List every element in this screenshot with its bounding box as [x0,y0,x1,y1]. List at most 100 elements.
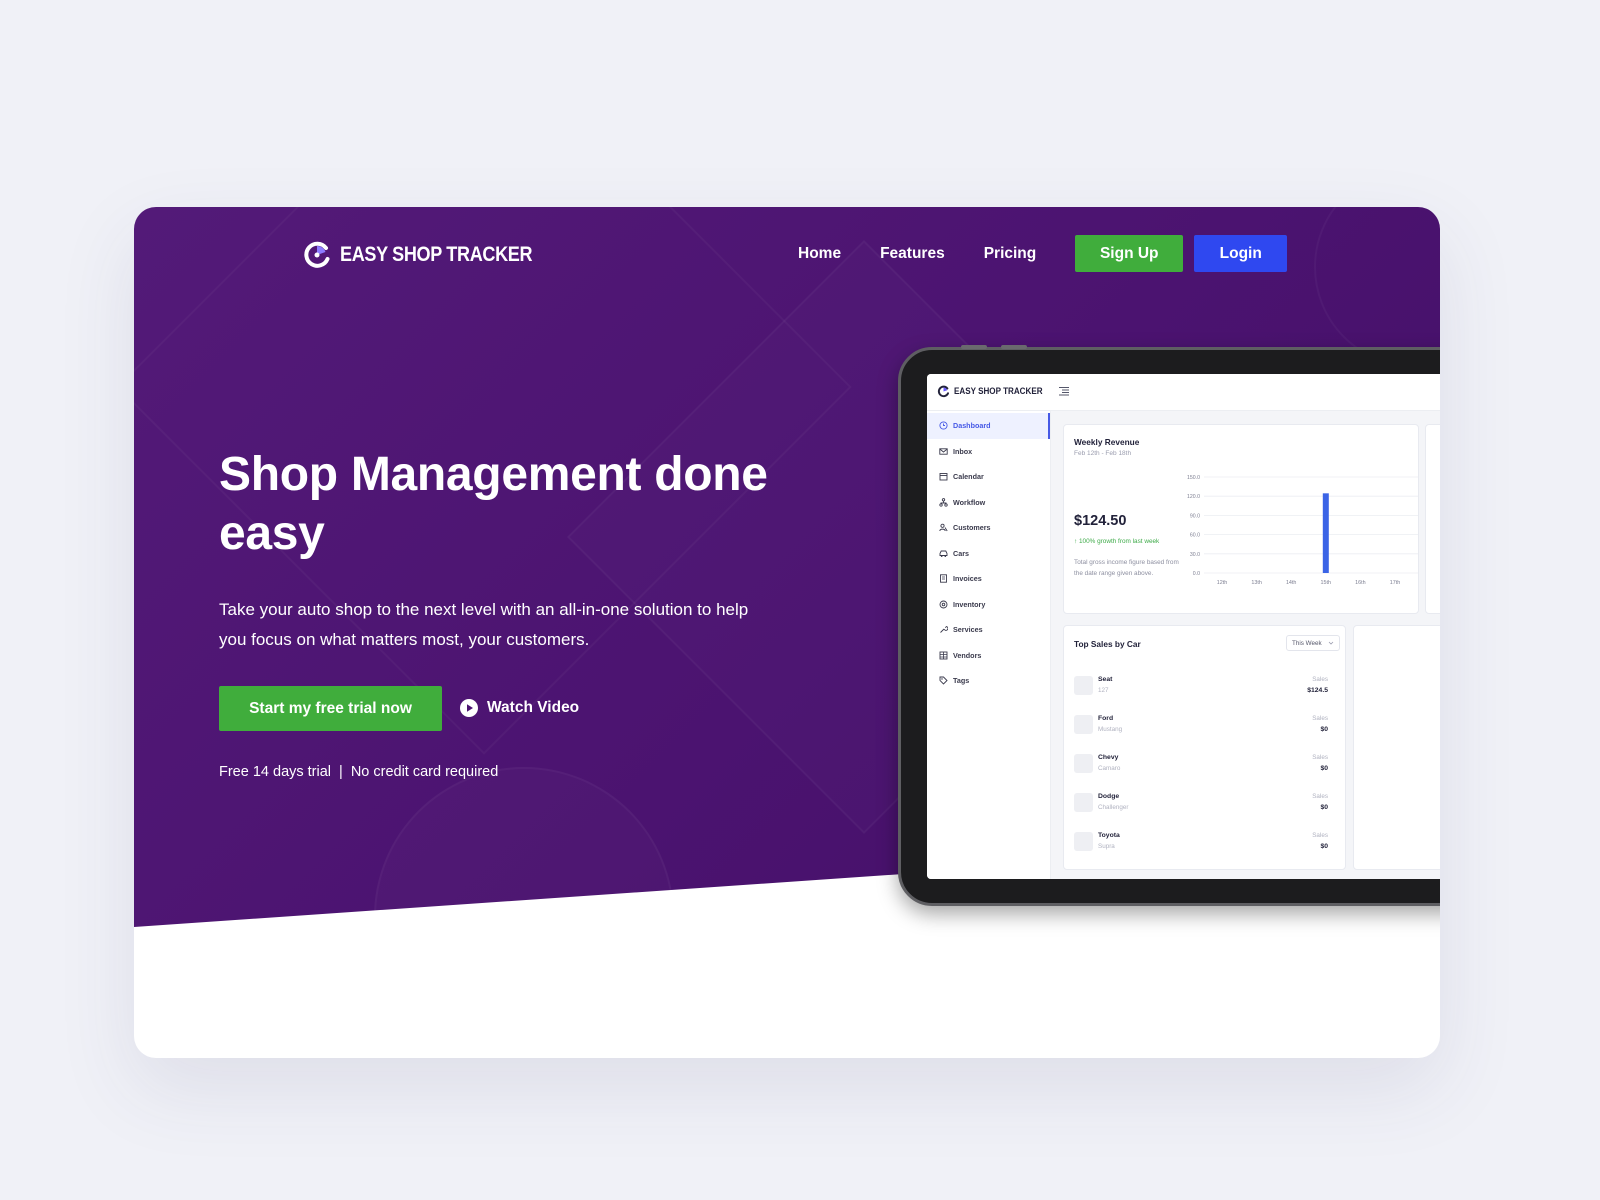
sidebar-item-vendors[interactable]: Vendors [927,643,1050,669]
sales-value: $0 [1320,804,1328,811]
decor-shape [374,767,674,927]
car-thumbnail [1074,832,1093,851]
sales-value: $124.5 [1307,687,1328,694]
sales-label: Sales [1312,715,1328,722]
car-make: Chevy [1098,754,1119,761]
dashboard-logo: EASY SHOP TRACKER [937,385,1058,398]
tablet-button [961,345,987,349]
mail-icon [939,448,948,455]
trial-note-separator: | [339,764,343,780]
car-thumbnail [1074,793,1093,812]
sales-value: $0 [1320,765,1328,772]
y-tick-label: 0.0 [1193,571,1200,577]
x-tick-label: 16th [1355,580,1366,586]
sidebar-item-services[interactable]: Services [927,617,1050,643]
sidebar-item-label: Workflow [953,497,986,507]
nav-link-features[interactable]: Features [880,245,945,263]
x-tick-label: 17th [1390,580,1401,586]
tag-icon [939,676,948,685]
inventory-icon [939,600,948,609]
sidebar-item-label: Vendors [953,650,982,660]
y-tick-label: 90.0 [1190,513,1200,519]
watch-video-label: Watch Video [487,699,580,716]
car-model: Supra [1098,843,1115,850]
top-sales-row[interactable]: Toyota Supra Sales $0 [1074,830,1336,860]
trial-note: Free 14 days trial | No credit card requir… [219,764,498,780]
dashboard-topbar: EASY SHOP TRACKER [927,374,1440,411]
logo-text: EASY SHOP TRACKER [340,243,533,266]
tablet-mockup: EASY SHOP TRACKER Dashboard Inbox Calendar… [898,345,1440,906]
revenue-chart: 0.0 30.0 60.0 90.0 120.0 150.0 12th 13th 14th 15t… [1187,475,1418,586]
nav-link-home[interactable]: Home [798,245,841,263]
login-button[interactable]: Login [1194,235,1288,272]
weekly-revenue-card: Weekly Revenue Feb 12th - Feb 18th $124.… [1063,424,1419,614]
car-thumbnail [1074,754,1093,773]
sidebar-item-label: Tags [953,676,970,686]
sales-label: Sales [1312,793,1328,800]
car-make: Seat [1098,676,1113,683]
nav-links: Home Features Pricing Sign Up Login [798,235,1288,272]
period-select[interactable]: This Week [1286,635,1340,651]
top-sales-row[interactable]: Seat 127 Sales $124.5 [1074,674,1336,704]
x-tick-label: 12th [1217,580,1228,586]
revenue-bar [1322,493,1329,573]
sales-value: $0 [1320,726,1328,733]
sales-value: $0 [1320,843,1328,850]
revenue-amount: $124.50 [1074,513,1127,529]
sidebar-item-label: Invoices [953,574,982,584]
car-model: Challenger [1098,804,1129,811]
sidebar-item-inbox[interactable]: Inbox [927,439,1050,465]
watch-video-link[interactable]: Watch Video [460,699,579,717]
sidebar-item-label: Cars [953,548,969,558]
vendors-icon [939,651,948,660]
revenue-title: Weekly Revenue [1074,437,1140,447]
sidebar-item-label: Inbox [953,446,973,456]
top-sales-row[interactable]: Chevy Camaro Sales $0 [1074,752,1336,782]
trial-note-free: Free 14 days trial [219,764,332,780]
wrench-icon [940,626,948,634]
sidebar-item-inventory[interactable]: Inventory [927,592,1050,618]
chevron-down-icon [1328,641,1333,645]
revenue-range: Feb 12th - Feb 18th [1074,450,1132,457]
menu-icon[interactable] [1059,386,1069,396]
logo-mark-icon [937,385,950,398]
trial-note-no-card: No credit card required [350,764,499,780]
top-sales-row[interactable]: Dodge Challenger Sales $0 [1074,791,1336,821]
sidebar-item-tags[interactable]: Tags [927,668,1050,694]
play-icon [460,699,478,717]
logo[interactable]: EASY SHOP TRACKER [302,240,563,270]
sidebar-item-dashboard[interactable]: Dashboard [927,413,1050,439]
sales-label: Sales [1312,754,1328,761]
sales-label: Sales [1312,832,1328,839]
revenue-description: Total gross income figure based from the… [1074,559,1179,577]
top-nav: EASY SHOP TRACKER Home Features Pricing … [134,207,1440,307]
hero-subtitle: Take your auto shop to the next level wi… [219,600,749,649]
y-tick-label: 60.0 [1190,533,1200,539]
top-sales-card: Top Sales by Car This Week Seat 127 Sales $… [1063,625,1346,870]
sidebar-item-invoices[interactable]: Invoices [927,566,1050,592]
tablet-button [1001,345,1027,349]
workflow-icon [939,497,948,507]
sidebar-item-label: Customers [953,523,991,533]
calendar-icon [939,473,948,481]
sales-label: Sales [1312,676,1328,683]
sidebar-item-workflow[interactable]: Workflow [927,490,1050,516]
dashboard-logo-text: EASY SHOP TRACKER [954,386,1043,397]
y-tick-label: 30.0 [1190,552,1200,558]
dashboard-sidebar: Dashboard Inbox Calendar Workflow Customers C… [927,411,1051,879]
car-make: Toyota [1098,832,1120,839]
nav-link-pricing[interactable]: Pricing [984,245,1037,263]
sidebar-item-calendar[interactable]: Calendar [927,464,1050,490]
signup-button[interactable]: Sign Up [1075,235,1184,272]
sidebar-item-cars[interactable]: Cars [927,541,1050,567]
start-trial-button[interactable]: Start my free trial now [219,686,442,731]
secondary-card [1425,424,1440,614]
car-thumbnail [1074,715,1093,734]
customers-icon [939,523,948,532]
sidebar-item-customers[interactable]: Customers [927,515,1050,541]
sidebar-item-label: Inventory [953,599,986,609]
secondary-card [1353,625,1440,870]
clock-icon [939,421,948,430]
car-model: 127 [1098,687,1109,694]
top-sales-row[interactable]: Ford Mustang Sales $0 [1074,713,1336,743]
